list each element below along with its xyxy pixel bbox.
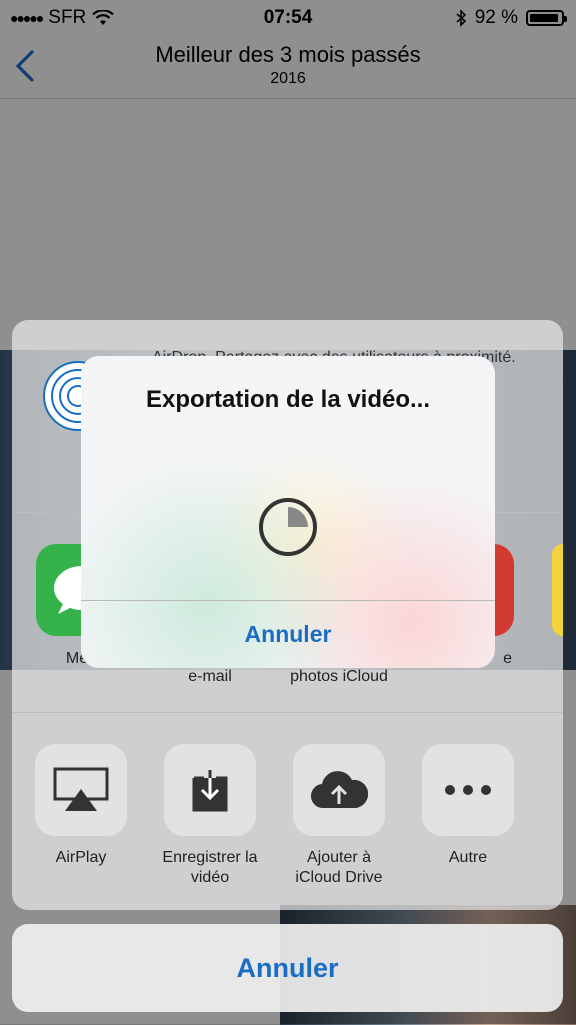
- action-label-save-video-1: Enregistrer la: [162, 849, 258, 866]
- sheet-divider: [12, 712, 563, 713]
- action-label-save-video-2: vidéo: [190, 869, 230, 886]
- more-button[interactable]: [422, 744, 514, 836]
- alert-cancel-button[interactable]: Annuler: [81, 601, 495, 668]
- action-label-icloud-2: iCloud Drive: [295, 869, 383, 886]
- app-label-email: e-mail: [188, 668, 232, 685]
- save-video-icon: [192, 770, 228, 812]
- app-label-icloud-photos: photos iCloud: [290, 668, 388, 685]
- export-alert: Exportation de la vidéo... Annuler: [81, 356, 495, 668]
- airplay-button[interactable]: [35, 744, 127, 836]
- action-label-more: Autre: [448, 849, 488, 866]
- alert-cancel-label: Annuler: [244, 621, 332, 647]
- icloud-upload-icon: [311, 771, 368, 809]
- more-icon: [445, 785, 491, 795]
- share-cancel-label: Annuler: [236, 952, 339, 983]
- icloud-drive-button[interactable]: [293, 744, 385, 836]
- action-label-icloud-1: Ajouter à: [306, 849, 372, 866]
- app-icon-notes[interactable]: [552, 544, 563, 636]
- alert-title: Exportation de la vidéo...: [145, 386, 431, 413]
- airplay-icon: [53, 767, 109, 811]
- share-cancel-button[interactable]: Annuler: [12, 924, 563, 1012]
- action-label-airplay: AirPlay: [55, 849, 107, 866]
- progress-pie-icon: [259, 498, 317, 556]
- save-video-button[interactable]: [164, 744, 256, 836]
